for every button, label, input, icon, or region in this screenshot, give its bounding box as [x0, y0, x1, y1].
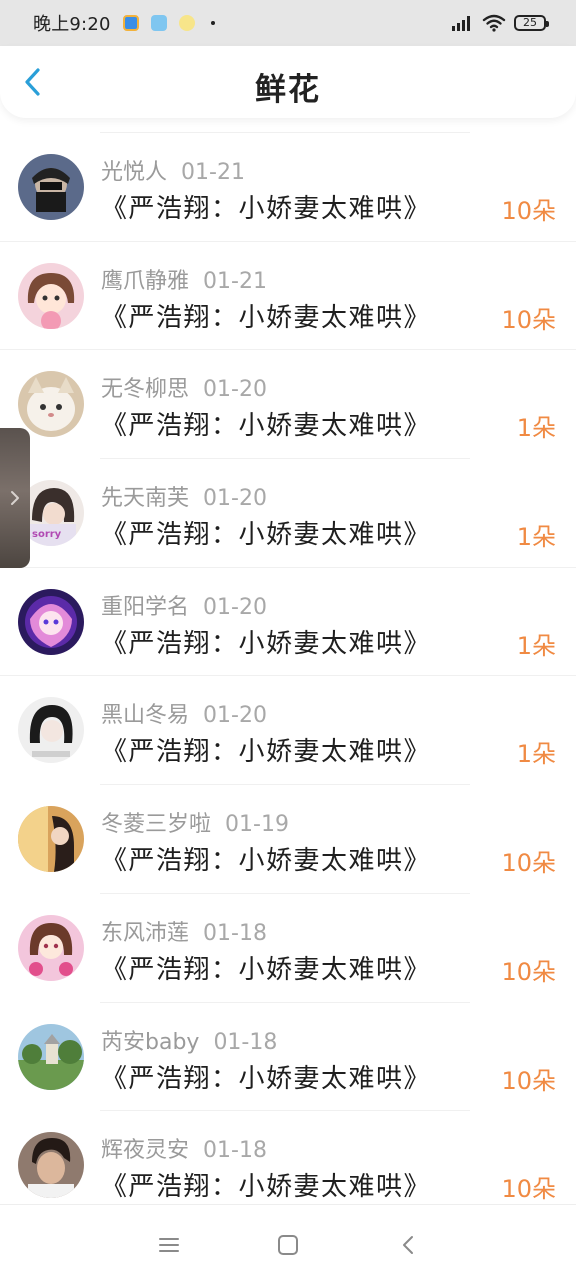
- divider: [100, 458, 470, 460]
- status-bar: 晚上9:20 25: [0, 0, 576, 46]
- notification-app-icon: [150, 15, 167, 31]
- status-right: 25: [452, 14, 549, 32]
- book-title: 《严浩翔：小娇妻太难哄》: [101, 194, 432, 224]
- notification-app-icon: [178, 15, 195, 31]
- book-title: 《严浩翔：小娇妻太难哄》: [101, 520, 432, 551]
- book-title: 《严浩翔：小娇妻太难哄》: [101, 846, 432, 877]
- chevron-right-icon: [11, 491, 19, 505]
- user-name: 鹰爪静雅: [101, 268, 190, 294]
- system-back-button[interactable]: [390, 1227, 426, 1263]
- book-title: 《严浩翔：小娇妻太难哄》: [101, 628, 432, 659]
- user-name: 重阳学名: [101, 594, 190, 620]
- divider: [100, 1001, 470, 1003]
- menu-button[interactable]: [151, 1227, 187, 1263]
- list-item[interactable]: 黑山冬易 01-20 《严浩翔：小娇妻太难哄》 1朵: [0, 675, 576, 784]
- user-name: 光悦人: [101, 160, 168, 185]
- system-nav-bar: [0, 1204, 576, 1280]
- date: 01-20: [203, 377, 267, 403]
- user-name: 辉夜灵安: [101, 1138, 190, 1164]
- date: 01-18: [203, 920, 267, 946]
- user-name: 东风沛莲: [101, 920, 190, 946]
- wifi-icon: [482, 14, 506, 32]
- avatar[interactable]: [18, 806, 84, 873]
- book-title: 《严浩翔：小娇妻太难哄》: [101, 411, 432, 442]
- status-time: 晚上9:20: [33, 14, 111, 35]
- page-title: 鲜花: [255, 72, 321, 108]
- flower-count: 10朵: [501, 305, 556, 334]
- flower-count: 1朵: [516, 414, 556, 443]
- flower-count: 10朵: [501, 1175, 556, 1204]
- avatar[interactable]: [18, 914, 84, 981]
- date: 01-18: [213, 1029, 278, 1055]
- book-title: 《严浩翔：小娇妻太难哄》: [101, 1063, 432, 1094]
- notification-app-icon: [122, 15, 139, 31]
- date: 01-21: [203, 268, 267, 294]
- user-name: 黑山冬易: [101, 703, 190, 729]
- flower-count: 1朵: [516, 631, 556, 660]
- avatar[interactable]: [18, 154, 84, 220]
- flower-count: 10朵: [501, 197, 556, 225]
- avatar[interactable]: [18, 262, 84, 329]
- divider: [100, 892, 470, 894]
- list-item[interactable]: 重阳学名 01-20 《严浩翔：小娇妻太难哄》 1朵: [0, 566, 576, 676]
- user-name: 无冬柳思: [101, 377, 190, 403]
- book-title: 《严浩翔：小娇妻太难哄》: [101, 737, 432, 768]
- book-title: 《严浩翔：小娇妻太难哄》: [101, 1172, 432, 1203]
- svg-text:sorry: sorry: [32, 529, 62, 540]
- nav-header: 鲜花: [0, 46, 576, 118]
- more-notifications-dot: [210, 21, 215, 25]
- avatar[interactable]: [18, 1023, 84, 1090]
- home-square-icon: [278, 1235, 298, 1255]
- list-item[interactable]: 芮安baby 01-18 《严浩翔：小娇妻太难哄》 10朵: [0, 1001, 576, 1111]
- avatar[interactable]: [18, 588, 84, 655]
- date: 01-19: [225, 812, 289, 838]
- date: 01-21: [181, 160, 245, 185]
- list-item[interactable]: 鹰爪静雅 01-21 《严浩翔：小娇妻太难哄》 10朵: [0, 240, 576, 350]
- list-item[interactable]: 无冬柳思 01-20 《严浩翔：小娇妻太难哄》 1朵: [0, 349, 576, 458]
- user-name: 芮安baby: [101, 1029, 200, 1055]
- divider: [100, 1110, 470, 1112]
- divider: [0, 566, 576, 568]
- side-drawer-handle[interactable]: [0, 428, 30, 568]
- divider: [100, 784, 470, 786]
- date: 01-20: [203, 703, 267, 729]
- book-title: 《严浩翔：小娇妻太难哄》: [101, 302, 432, 333]
- flower-count: 10朵: [501, 849, 556, 878]
- list-item[interactable]: 东风沛莲 01-18 《严浩翔：小娇妻太难哄》 10朵: [0, 892, 576, 1002]
- list-item[interactable]: 冬菱三岁啦 01-19 《严浩翔：小娇妻太难哄》 10朵: [0, 784, 576, 893]
- battery-icon: 25: [514, 15, 549, 31]
- flower-count: 1朵: [516, 523, 556, 552]
- flower-count: 10朵: [501, 957, 556, 986]
- avatar[interactable]: [18, 697, 84, 764]
- user-name: 冬菱三岁啦: [101, 812, 212, 838]
- book-title: 《严浩翔：小娇妻太难哄》: [101, 954, 432, 985]
- flower-count: 10朵: [501, 1066, 556, 1095]
- date: 01-20: [203, 486, 267, 512]
- divider: [0, 349, 576, 351]
- flower-count: 1朵: [516, 740, 556, 769]
- avatar[interactable]: [18, 371, 84, 438]
- list-item[interactable]: 光悦人 01-21 《严浩翔：小娇妻太难哄》 10朵: [0, 132, 576, 241]
- menu-icon: [159, 1238, 179, 1252]
- divider: [0, 675, 576, 677]
- date: 01-18: [203, 1138, 267, 1164]
- divider: [0, 240, 576, 242]
- user-name: 先天南芙: [101, 486, 190, 512]
- divider: [100, 132, 470, 133]
- list-item[interactable]: 辉夜灵安 01-18 《严浩翔：小娇妻太难哄》 10朵: [0, 1110, 576, 1219]
- screen: 晚上9:20 25 鲜花 光悦人 01-21 《严浩翔：小娇妻太难哄》 10朵 …: [0, 0, 576, 1280]
- signal-icon: [452, 15, 472, 31]
- flower-list: 光悦人 01-21 《严浩翔：小娇妻太难哄》 10朵 鹰爪静雅 01-21 《严…: [0, 132, 576, 1219]
- list-item[interactable]: sorry 先天南芙 01-20 《严浩翔：小娇妻太难哄》 1朵: [0, 458, 576, 567]
- home-button[interactable]: [270, 1227, 306, 1263]
- date: 01-20: [203, 594, 267, 620]
- back-icon: [403, 1236, 413, 1254]
- avatar[interactable]: [18, 1132, 84, 1199]
